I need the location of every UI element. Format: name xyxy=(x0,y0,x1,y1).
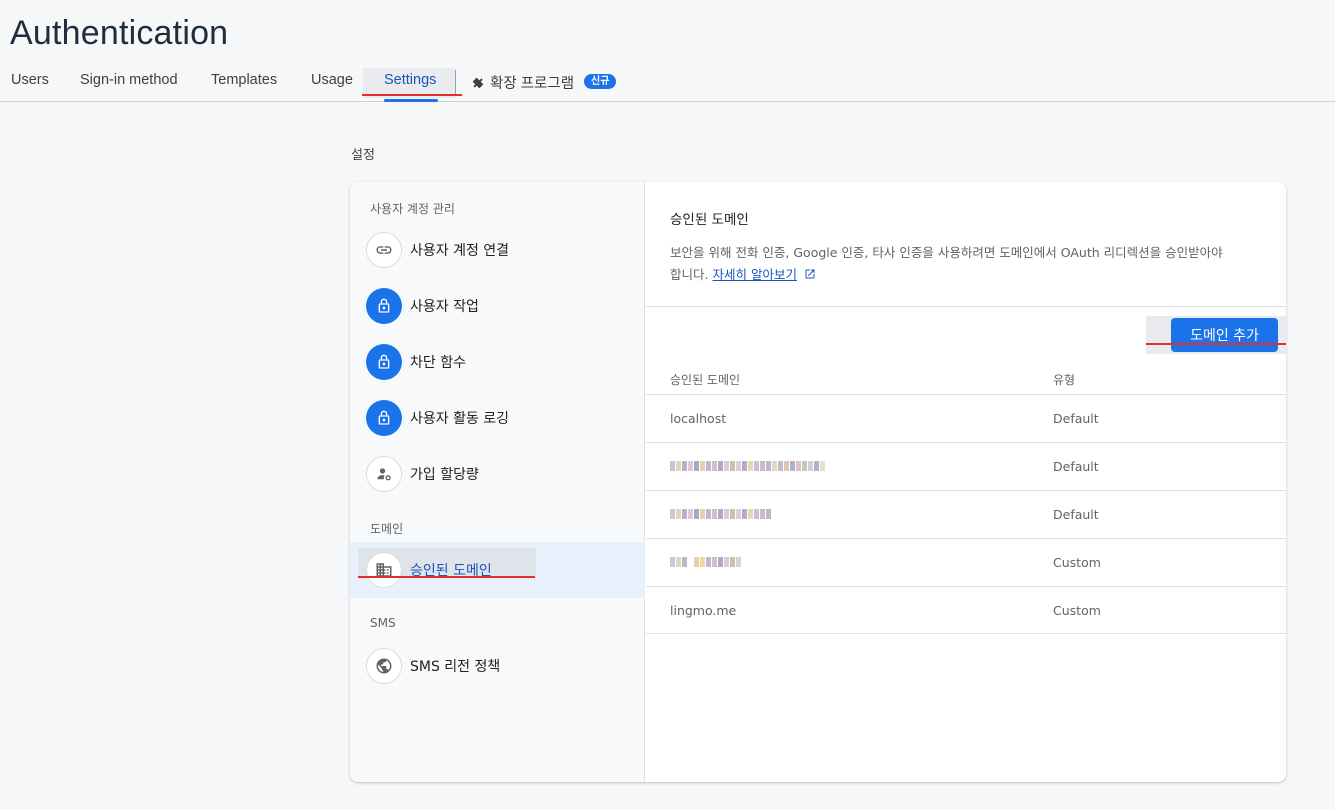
learn-more-link[interactable]: 자세히 알아보기 xyxy=(712,267,796,282)
settings-nav: 사용자 계정 관리 사용자 계정 연결 사용자 작업 차단 함수 사용자 활동 … xyxy=(350,182,645,782)
divider xyxy=(646,306,1286,307)
tab-templates[interactable]: Templates xyxy=(211,72,277,88)
table-row[interactable]: Default xyxy=(646,442,1286,490)
nav-item-label: 사용자 계정 연결 xyxy=(410,243,510,259)
nav-item-label: 가입 할당량 xyxy=(410,467,479,483)
lock-icon xyxy=(366,400,402,436)
nav-group-label: SMS xyxy=(370,616,396,630)
nav-item-blocking-functions[interactable]: 차단 함수 xyxy=(350,334,645,390)
nav-group-label: 사용자 계정 관리 xyxy=(370,202,455,216)
user-settings-icon xyxy=(366,456,402,492)
type-cell: Default xyxy=(1053,459,1099,474)
nav-item-account-linking[interactable]: 사용자 계정 연결 xyxy=(350,222,645,278)
type-cell: Custom xyxy=(1053,603,1101,618)
description-line-2: 합니다. 자세히 알아보기 xyxy=(670,264,1270,286)
redacted-domain xyxy=(670,461,825,473)
tab-users[interactable]: Users xyxy=(11,72,49,88)
annotation-underline xyxy=(362,94,462,96)
redacted-domain xyxy=(670,509,771,521)
nav-item-user-actions[interactable]: 사용자 작업 xyxy=(350,278,645,334)
domain-cell: lingmo.me xyxy=(670,603,737,618)
nav-item-label: 차단 함수 xyxy=(410,355,466,371)
panel-description: 보안을 위해 전화 인증, Google 인증, 타사 인증을 사용하려면 도메… xyxy=(670,242,1270,286)
building-icon xyxy=(366,552,402,588)
tab-extensions[interactable]: 확장 프로그램 xyxy=(490,72,574,93)
table-row[interactable]: localhost Default xyxy=(646,394,1286,442)
tab-bar: Users Sign-in method Templates Usage Set… xyxy=(0,62,1335,102)
lock-icon xyxy=(366,288,402,324)
domain-cell: localhost xyxy=(670,411,727,426)
nav-item-user-activity-logging[interactable]: 사용자 활동 로깅 xyxy=(350,390,645,446)
tab-separator xyxy=(455,70,456,94)
section-label: 설정 xyxy=(351,148,375,163)
extension-icon xyxy=(472,77,484,89)
new-badge: 신규 xyxy=(584,74,617,89)
type-cell: Default xyxy=(1053,411,1099,426)
nav-item-label: 사용자 작업 xyxy=(410,299,479,315)
description-line: 보안을 위해 전화 인증, Google 인증, 타사 인증을 사용하려면 도메… xyxy=(670,245,1223,260)
description-line: 합니다. xyxy=(670,267,709,282)
authorized-domains-panel: 승인된 도메인 보안을 위해 전화 인증, Google 인증, 타사 인증을 … xyxy=(646,182,1286,782)
nav-group-label: 도메인 xyxy=(370,522,404,536)
type-cell: Custom xyxy=(1053,555,1101,570)
tab-settings[interactable]: Settings xyxy=(384,72,436,88)
panel-title: 승인된 도메인 xyxy=(670,212,749,228)
lock-icon xyxy=(366,344,402,380)
globe-icon xyxy=(366,648,402,684)
column-header-type: 유형 xyxy=(1053,373,1076,387)
nav-item-authorized-domains[interactable]: 승인된 도메인 xyxy=(350,542,645,598)
nav-item-sms-region-policy[interactable]: SMS 리전 정책 xyxy=(350,638,645,694)
annotation-underline xyxy=(1146,343,1286,345)
tab-usage[interactable]: Usage xyxy=(311,72,353,88)
link-icon xyxy=(366,232,402,268)
page-title: Authentication xyxy=(10,14,229,52)
column-header-domain: 승인된 도메인 xyxy=(670,373,741,387)
table-row[interactable]: Custom xyxy=(646,538,1286,586)
table-row[interactable]: lingmo.me Custom xyxy=(646,586,1286,634)
active-tab-indicator xyxy=(384,99,438,102)
type-cell: Default xyxy=(1053,507,1099,522)
redacted-domain xyxy=(670,557,741,569)
tab-sign-in-method[interactable]: Sign-in method xyxy=(80,72,178,88)
settings-card: 사용자 계정 관리 사용자 계정 연결 사용자 작업 차단 함수 사용자 활동 … xyxy=(350,182,1286,782)
external-link-icon xyxy=(805,269,815,279)
add-domain-button[interactable]: 도메인 추가 xyxy=(1171,318,1278,352)
nav-item-label: 사용자 활동 로깅 xyxy=(410,411,510,427)
nav-item-signup-quota[interactable]: 가입 할당량 xyxy=(350,446,645,502)
nav-item-label: SMS 리전 정책 xyxy=(410,659,501,675)
annotation-underline xyxy=(358,576,535,578)
table-row[interactable]: Default xyxy=(646,490,1286,538)
